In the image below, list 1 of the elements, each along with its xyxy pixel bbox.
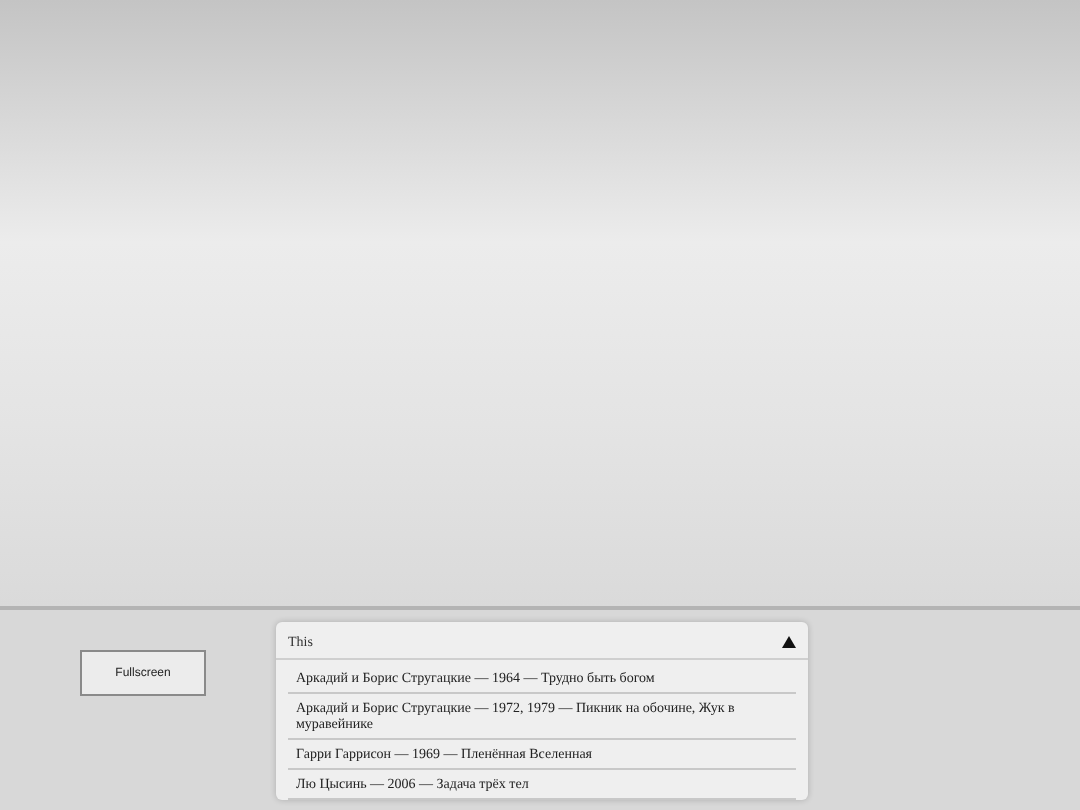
collapse-icon[interactable]: [782, 635, 796, 647]
